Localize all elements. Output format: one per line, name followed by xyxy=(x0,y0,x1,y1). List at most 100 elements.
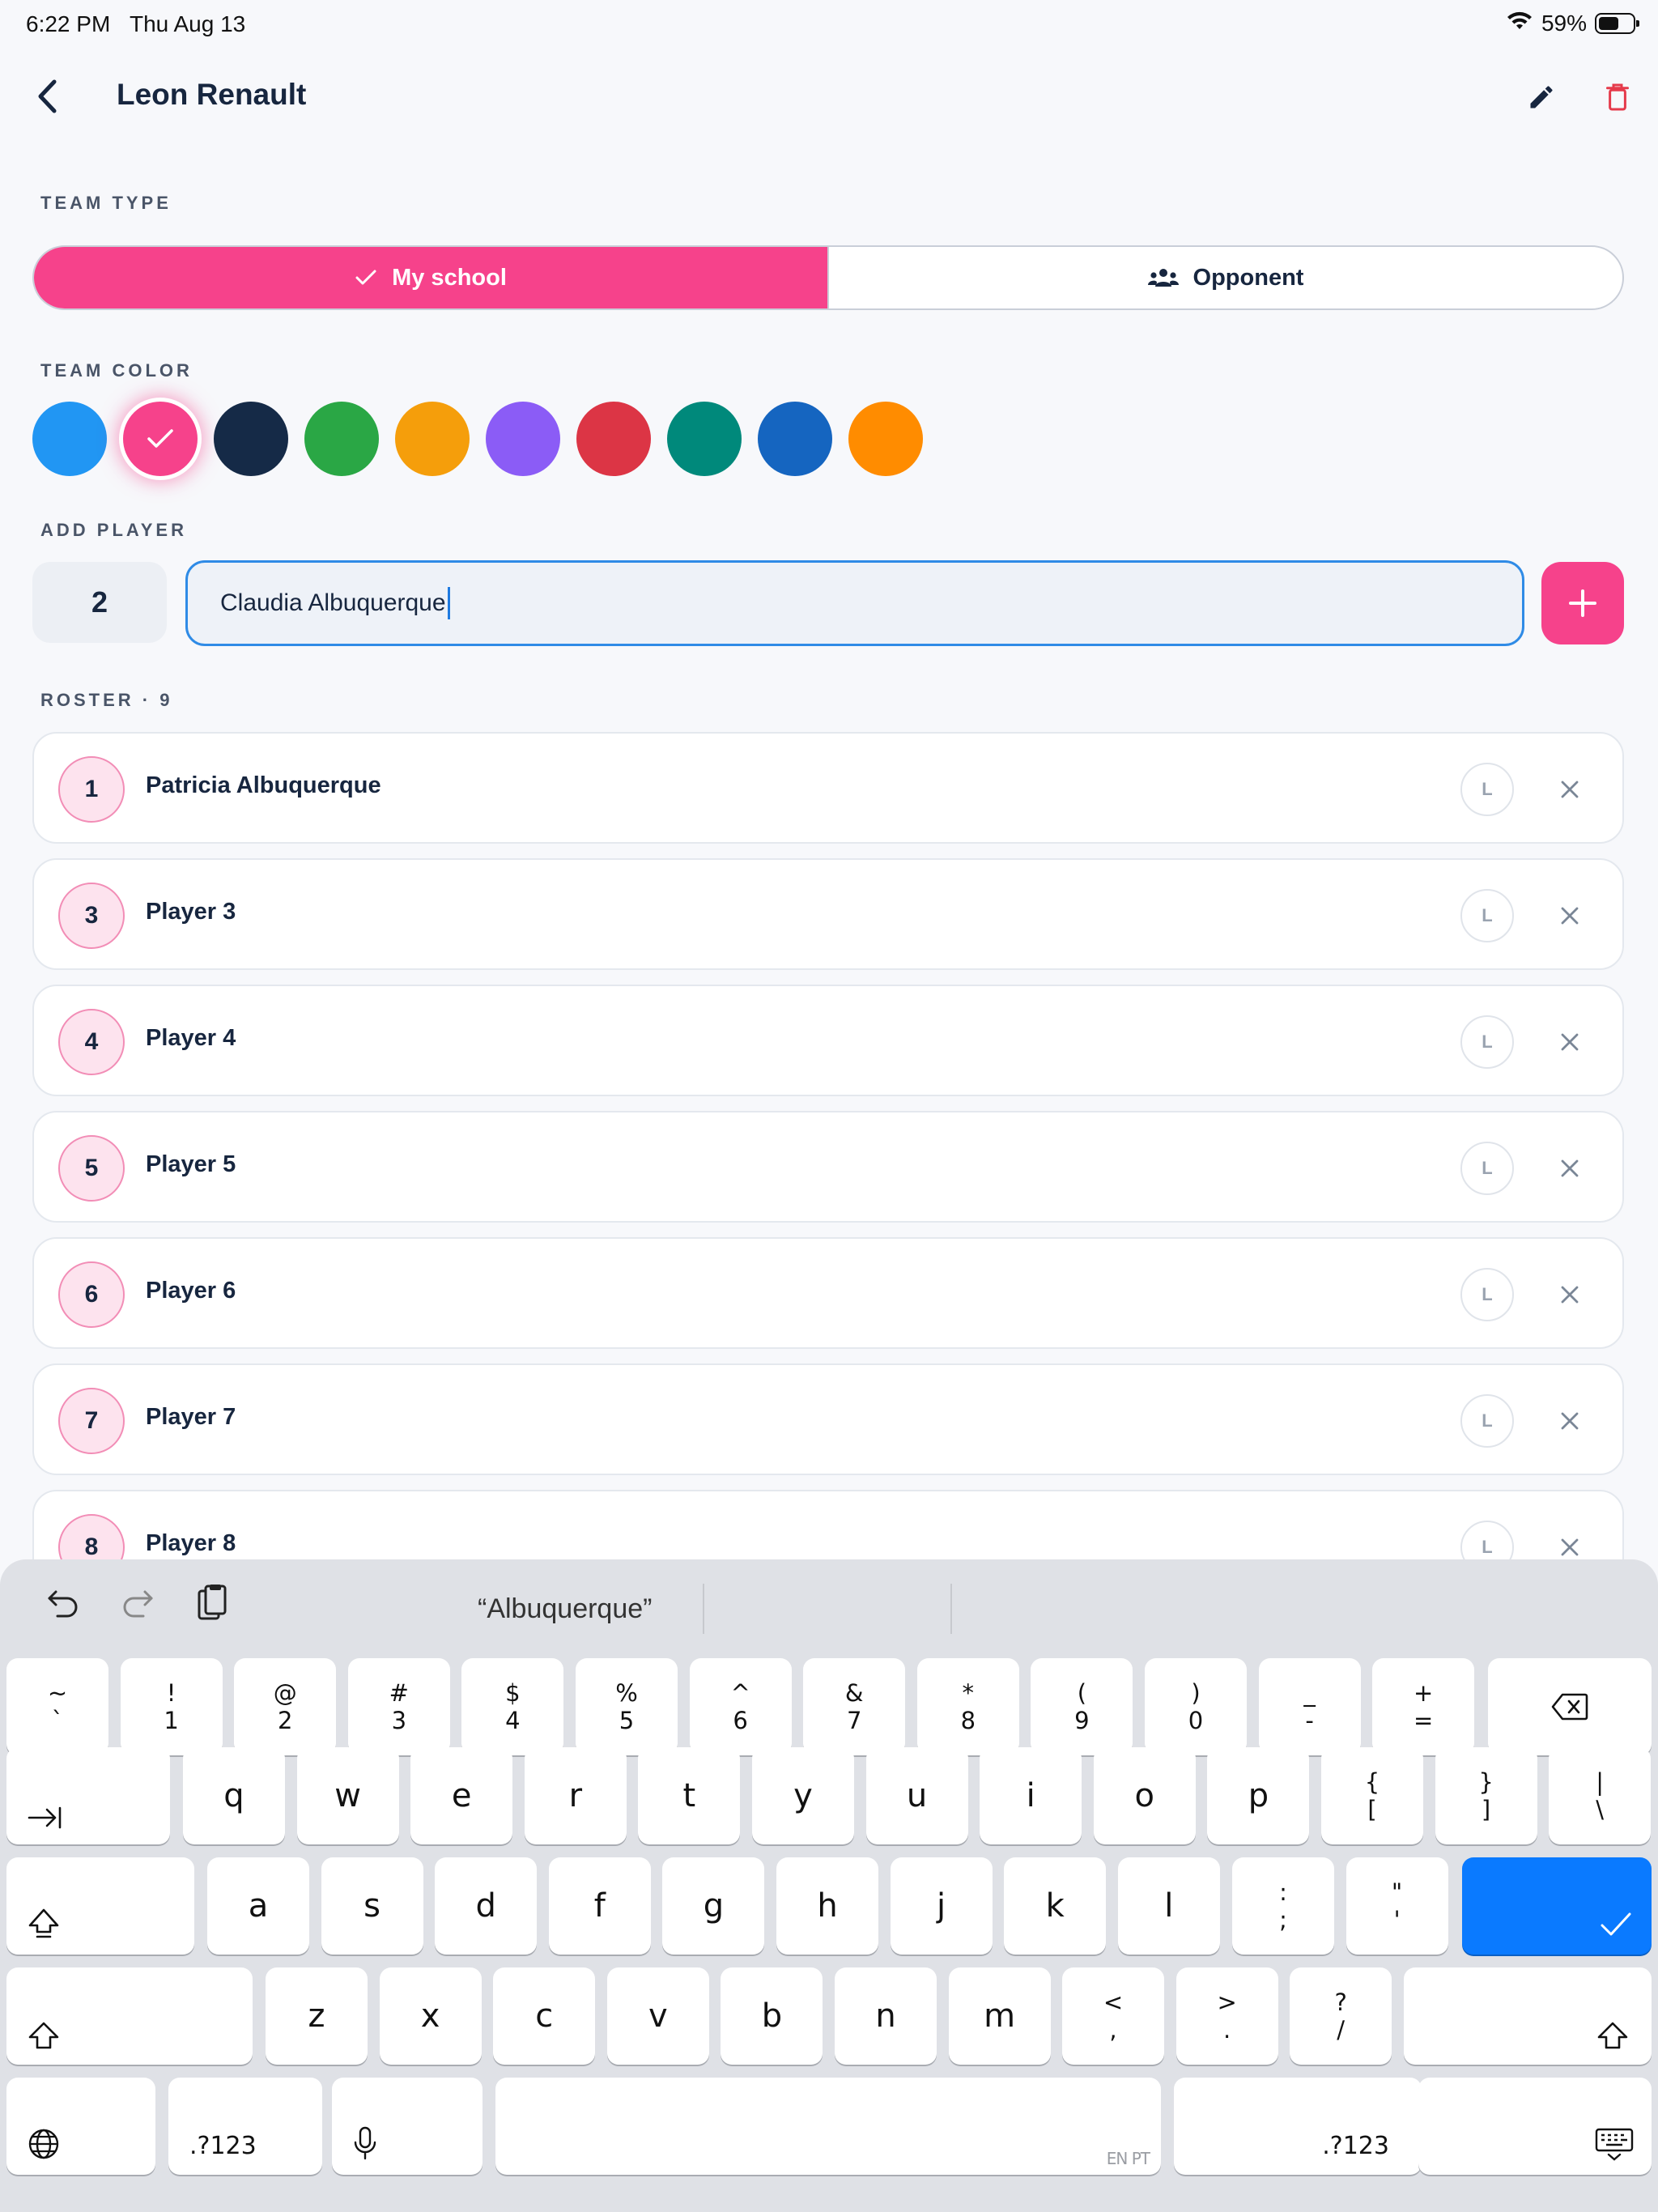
color-swatch[interactable] xyxy=(848,402,923,476)
symbol-key[interactable]: {[ xyxy=(1321,1747,1423,1844)
letter-key[interactable]: d xyxy=(435,1857,538,1955)
symbol-key[interactable]: <, xyxy=(1062,1967,1164,2065)
back-button[interactable] xyxy=(26,71,68,121)
remove-player-button[interactable] xyxy=(1548,1020,1592,1064)
symbol-key[interactable]: ~ ` xyxy=(6,1658,108,1755)
letter-key[interactable]: t xyxy=(638,1747,741,1844)
add-player-button[interactable] xyxy=(1541,562,1624,644)
segment-my-school[interactable]: My school xyxy=(34,247,827,308)
libero-toggle[interactable]: L xyxy=(1460,763,1514,816)
symbol-key[interactable]: " ' xyxy=(1346,1857,1448,1955)
letter-key[interactable]: w xyxy=(296,1747,399,1844)
remove-player-button[interactable] xyxy=(1548,894,1592,938)
letter-key[interactable]: b xyxy=(721,1967,823,2065)
letter-key[interactable]: a xyxy=(207,1857,309,1955)
letter-key[interactable]: o xyxy=(1093,1747,1196,1844)
dictation-key[interactable] xyxy=(332,2078,483,2175)
roster-row[interactable]: 1 Patricia Albuquerque L xyxy=(32,732,1624,844)
roster-row[interactable]: 3 Player 3 L xyxy=(32,858,1624,970)
color-swatch[interactable] xyxy=(304,402,379,476)
remove-player-button[interactable] xyxy=(1548,1146,1592,1190)
letter-key[interactable]: l xyxy=(1117,1857,1220,1955)
numbers-key-left[interactable]: .?123 xyxy=(168,2078,322,2175)
tab-key[interactable] xyxy=(6,1747,170,1844)
undo-button[interactable] xyxy=(39,1579,87,1627)
symbol-key[interactable]: ? / xyxy=(1290,1967,1392,2065)
letter-key[interactable]: u xyxy=(865,1747,968,1844)
player-name-input[interactable]: Claudia Albuquerque xyxy=(185,560,1524,646)
segment-opponent[interactable]: Opponent xyxy=(827,247,1622,308)
symbol-key[interactable]: $4 xyxy=(461,1658,564,1755)
player-number-input[interactable]: 2 xyxy=(32,562,167,643)
libero-toggle[interactable]: L xyxy=(1460,889,1514,942)
numbers-key-right[interactable]: .?123 xyxy=(1174,2078,1422,2175)
roster-row[interactable]: 6 Player 6 L xyxy=(32,1237,1624,1349)
letter-key[interactable]: k xyxy=(1004,1857,1107,1955)
space-key[interactable]: EN PT xyxy=(495,2078,1161,2175)
backspace-key[interactable] xyxy=(1488,1658,1652,1755)
remove-player-button[interactable] xyxy=(1548,768,1592,811)
color-swatch[interactable] xyxy=(32,402,107,476)
letter-key[interactable]: s xyxy=(321,1857,423,1955)
letter-key[interactable]: x xyxy=(379,1967,482,2065)
letter-key[interactable]: c xyxy=(493,1967,596,2065)
letter-key[interactable]: v xyxy=(606,1967,709,2065)
libero-toggle[interactable]: L xyxy=(1460,1015,1514,1069)
hide-keyboard-key[interactable] xyxy=(1418,2078,1652,2175)
key-bottom-char: , xyxy=(1109,2016,1117,2044)
libero-toggle[interactable]: L xyxy=(1460,1394,1514,1448)
remove-player-button[interactable] xyxy=(1548,1399,1592,1443)
done-key[interactable] xyxy=(1462,1857,1652,1955)
redo-button[interactable] xyxy=(113,1579,162,1627)
letter-key[interactable]: z xyxy=(266,1967,368,2065)
symbol-key[interactable]: % 5 xyxy=(576,1658,678,1755)
letter-key[interactable]: e xyxy=(410,1747,513,1844)
letter-key[interactable]: i xyxy=(980,1747,1082,1844)
color-swatch[interactable] xyxy=(667,402,742,476)
letter-key[interactable]: j xyxy=(890,1857,993,1955)
libero-toggle[interactable]: L xyxy=(1460,1268,1514,1321)
symbol-key[interactable]: _ - xyxy=(1258,1658,1361,1755)
color-swatch[interactable] xyxy=(214,402,288,476)
remove-player-button[interactable] xyxy=(1548,1273,1592,1317)
autocorrect-suggestion[interactable]: “Albuquerque” xyxy=(478,1593,652,1625)
symbol-key[interactable]: @2 xyxy=(234,1658,337,1755)
letter-key[interactable]: y xyxy=(752,1747,854,1844)
letter-key[interactable]: q xyxy=(183,1747,285,1844)
letter-key[interactable]: f xyxy=(548,1857,651,1955)
symbol-key[interactable]: * 8 xyxy=(916,1658,1019,1755)
symbol-key[interactable]: (9 xyxy=(1031,1658,1133,1755)
edit-button[interactable] xyxy=(1519,76,1564,118)
letter-key[interactable]: n xyxy=(835,1967,937,2065)
symbol-key[interactable]: & 7 xyxy=(803,1658,906,1755)
color-swatch[interactable] xyxy=(395,402,470,476)
symbol-key[interactable]: | \ xyxy=(1549,1747,1652,1844)
letter-key[interactable]: g xyxy=(662,1857,765,1955)
roster-row[interactable]: 4 Player 4 L xyxy=(32,985,1624,1096)
symbol-key[interactable]: ^ 6 xyxy=(689,1658,792,1755)
symbol-key[interactable]: }] xyxy=(1435,1747,1537,1844)
shift-left-key[interactable] xyxy=(6,1967,253,2065)
symbol-key[interactable]: :; xyxy=(1232,1857,1334,1955)
roster-row[interactable]: 7 Player 7 L xyxy=(32,1363,1624,1475)
symbol-key[interactable]: #3 xyxy=(347,1658,450,1755)
paste-button[interactable] xyxy=(188,1579,236,1627)
roster-row[interactable]: 5 Player 5 L xyxy=(32,1111,1624,1223)
caps-lock-key[interactable] xyxy=(6,1857,194,1955)
shift-right-key[interactable] xyxy=(1404,1967,1652,2065)
letter-key[interactable]: r xyxy=(524,1747,627,1844)
globe-key[interactable] xyxy=(6,2078,155,2175)
color-swatch[interactable] xyxy=(576,402,651,476)
symbol-key[interactable]: >. xyxy=(1175,1967,1278,2065)
symbol-key[interactable]: ) 0 xyxy=(1145,1658,1247,1755)
color-swatch[interactable] xyxy=(758,402,832,476)
color-swatch[interactable] xyxy=(123,402,198,476)
color-swatch[interactable] xyxy=(486,402,560,476)
letter-key[interactable]: m xyxy=(948,1967,1051,2065)
delete-button[interactable] xyxy=(1595,76,1640,118)
symbol-key[interactable]: ! 1 xyxy=(120,1658,223,1755)
letter-key[interactable]: h xyxy=(776,1857,878,1955)
libero-toggle[interactable]: L xyxy=(1460,1142,1514,1195)
symbol-key[interactable]: + = xyxy=(1372,1658,1475,1755)
letter-key[interactable]: p xyxy=(1207,1747,1310,1844)
